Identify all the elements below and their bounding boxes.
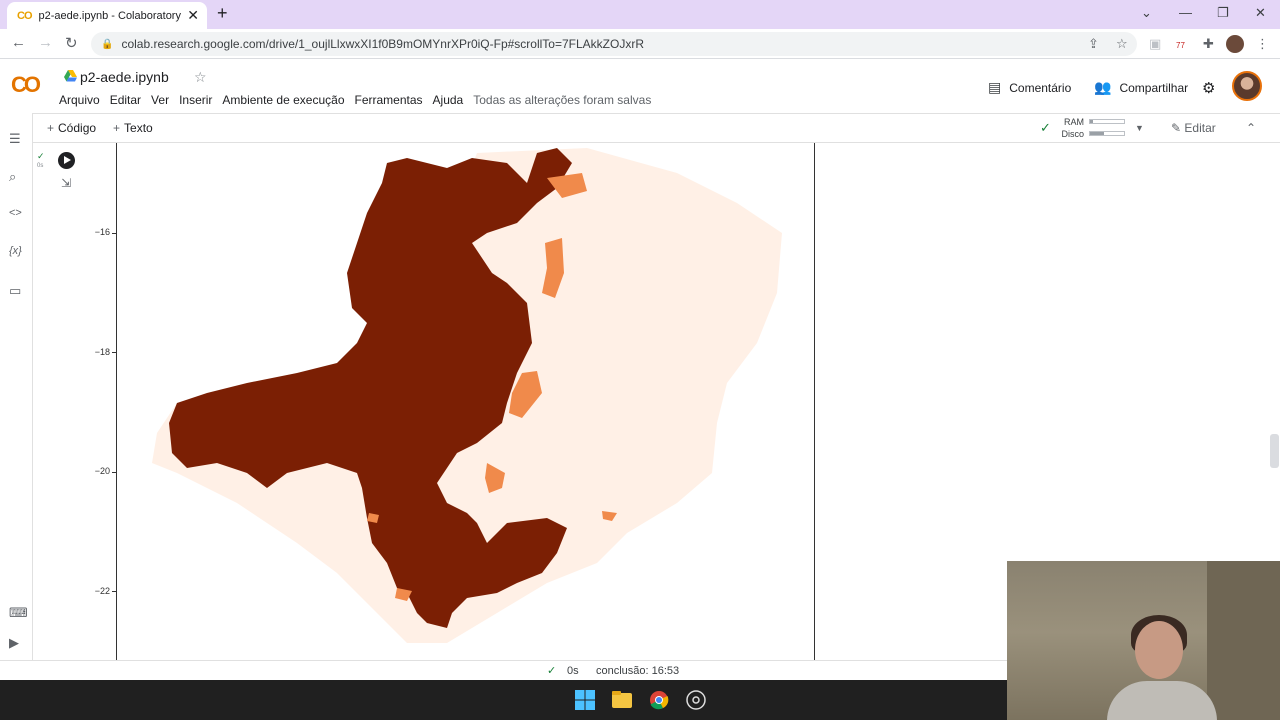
ytick-label: −20: [94, 466, 110, 476]
back-icon[interactable]: ←: [11, 34, 26, 51]
ram-meter-fill: [1090, 120, 1094, 123]
status-exec-time: 0s: [567, 665, 579, 677]
left-sidebar: ☰ ⌕ <> {x} ▭ ⌨ ▶: [0, 113, 33, 660]
menu-arquivo[interactable]: Arquivo: [59, 93, 100, 107]
lock-icon: 🔒: [101, 38, 114, 50]
star-icon[interactable]: ☆: [194, 69, 207, 86]
page-scrollbar-thumb[interactable]: [1270, 434, 1279, 468]
disk-label: Disco: [1061, 129, 1084, 139]
file-explorer-icon[interactable]: [611, 690, 633, 710]
ytick-mark: [112, 352, 116, 353]
runtime-dropdown-icon[interactable]: ▼: [1135, 123, 1144, 133]
webcam-overlay: [1007, 561, 1280, 720]
close-window-icon[interactable]: ✕: [1255, 5, 1266, 21]
share-button[interactable]: 👥 Compartilhar: [1094, 79, 1188, 96]
toc-icon[interactable]: ☰: [9, 131, 21, 147]
search-icon[interactable]: ⌕: [9, 169, 16, 185]
puzzle-icon[interactable]: ✚: [1203, 36, 1214, 52]
settings-gear-icon[interactable]: ⚙: [1202, 79, 1215, 97]
disk-meter: [1089, 131, 1125, 136]
comment-button[interactable]: ▤ Comentário: [988, 79, 1071, 96]
ytick-mark: [112, 591, 116, 592]
browser-tab[interactable]: CO p2-aede.ipynb - Colaboratory ✕: [7, 2, 207, 29]
menu-inserir[interactable]: Inserir: [179, 93, 212, 107]
connected-check-icon: ✓: [1040, 120, 1051, 135]
menu-ver[interactable]: Ver: [151, 93, 169, 107]
status-check-icon: ✓: [547, 665, 557, 677]
colab-favicon-icon: CO: [17, 9, 32, 22]
obs-icon[interactable]: [685, 690, 707, 710]
ytick-label: −16: [94, 227, 110, 237]
windows-start-icon[interactable]: [574, 690, 596, 710]
status-completion: conclusão: 16:53: [596, 665, 680, 677]
ram-label: RAM: [1064, 117, 1084, 127]
comment-icon: ▤: [988, 79, 1002, 95]
minimize-icon[interactable]: —: [1179, 5, 1192, 20]
new-tab-icon[interactable]: +: [217, 3, 228, 24]
menu-bar: Arquivo Editar Ver Inserir Ambiente de e…: [59, 93, 661, 107]
user-avatar[interactable]: [1232, 71, 1262, 101]
share-label: Compartilhar: [1119, 80, 1189, 95]
colab-header: CO p2-aede.ipynb ☆ Arquivo Editar Ver In…: [0, 60, 1280, 112]
browser-tab-strip: CO p2-aede.ipynb - Colaboratory ✕ + ⌄ — …: [0, 0, 1280, 29]
extension-icon[interactable]: ▣: [1149, 36, 1161, 52]
add-text-button[interactable]: + Texto: [113, 121, 153, 135]
ytick-mark: [112, 233, 116, 234]
saved-status: Todas as alterações foram salvas: [473, 93, 652, 107]
ram-meter: [1089, 119, 1125, 124]
menu-ferramentas[interactable]: Ferramentas: [355, 93, 423, 107]
chrome-taskbar-icon[interactable]: [648, 690, 670, 710]
menu-ajuda[interactable]: Ajuda: [433, 93, 464, 107]
people-icon: 👥: [1094, 79, 1112, 95]
notebook-title[interactable]: p2-aede.ipynb: [80, 69, 169, 85]
colab-logo[interactable]: CO: [11, 72, 41, 98]
browser-profile-avatar[interactable]: [1226, 35, 1244, 53]
tab-search-icon[interactable]: ⌄: [1141, 5, 1152, 21]
ytick-label: −18: [94, 347, 110, 357]
address-bar-row: ← → ↻ 🔒 colab.research.google.com/drive/…: [0, 29, 1280, 59]
cell-exec-time: 0s: [37, 163, 44, 169]
ytick-label: −22: [94, 586, 110, 596]
url-text: colab.research.google.com/drive/1_oujlLl…: [121, 37, 644, 51]
code-snippets-icon[interactable]: <>: [9, 207, 22, 219]
add-code-button[interactable]: + Código: [47, 121, 96, 135]
share-page-icon[interactable]: ⇪: [1088, 36, 1099, 52]
resources-labels[interactable]: RAM Disco: [1058, 116, 1084, 140]
choropleth-map: [152, 148, 782, 643]
chrome-menu-icon[interactable]: ⋮: [1256, 36, 1269, 52]
ytick-mark: [112, 472, 116, 473]
variables-icon[interactable]: {x}: [9, 245, 22, 257]
reload-icon[interactable]: ↻: [65, 34, 78, 52]
menu-ambiente[interactable]: Ambiente de execução: [222, 93, 344, 107]
output-actions-icon[interactable]: ⇲: [61, 176, 71, 190]
run-cell-button[interactable]: [58, 152, 75, 169]
cell-executed-check-icon: ✓: [37, 151, 45, 161]
disk-meter-fill: [1090, 132, 1104, 135]
drive-icon: [64, 70, 77, 82]
terminal-icon[interactable]: ▶: [9, 635, 19, 651]
notebook-toolbar: + Código + Texto ✓ RAM Disco ▼ ✎ Editar ⌃: [33, 113, 1280, 143]
menu-editar[interactable]: Editar: [110, 93, 141, 107]
tab-close-icon[interactable]: ✕: [187, 7, 199, 24]
edit-button[interactable]: ✎ Editar: [1171, 121, 1216, 135]
extension-badge[interactable]: 77: [1176, 41, 1185, 50]
collapse-header-icon[interactable]: ⌃: [1246, 121, 1256, 135]
tab-title: p2-aede.ipynb - Colaboratory: [38, 9, 181, 22]
command-palette-icon[interactable]: ⌨: [9, 605, 28, 621]
bookmark-star-icon[interactable]: ☆: [1116, 36, 1128, 52]
url-field[interactable]: 🔒 colab.research.google.com/drive/1_oujl…: [91, 32, 1137, 56]
comment-label: Comentário: [1009, 80, 1072, 95]
files-folder-icon[interactable]: ▭: [9, 283, 21, 299]
maximize-icon[interactable]: ❐: [1217, 5, 1229, 21]
pencil-icon: ✎: [1171, 121, 1182, 135]
forward-icon[interactable]: →: [38, 34, 53, 51]
